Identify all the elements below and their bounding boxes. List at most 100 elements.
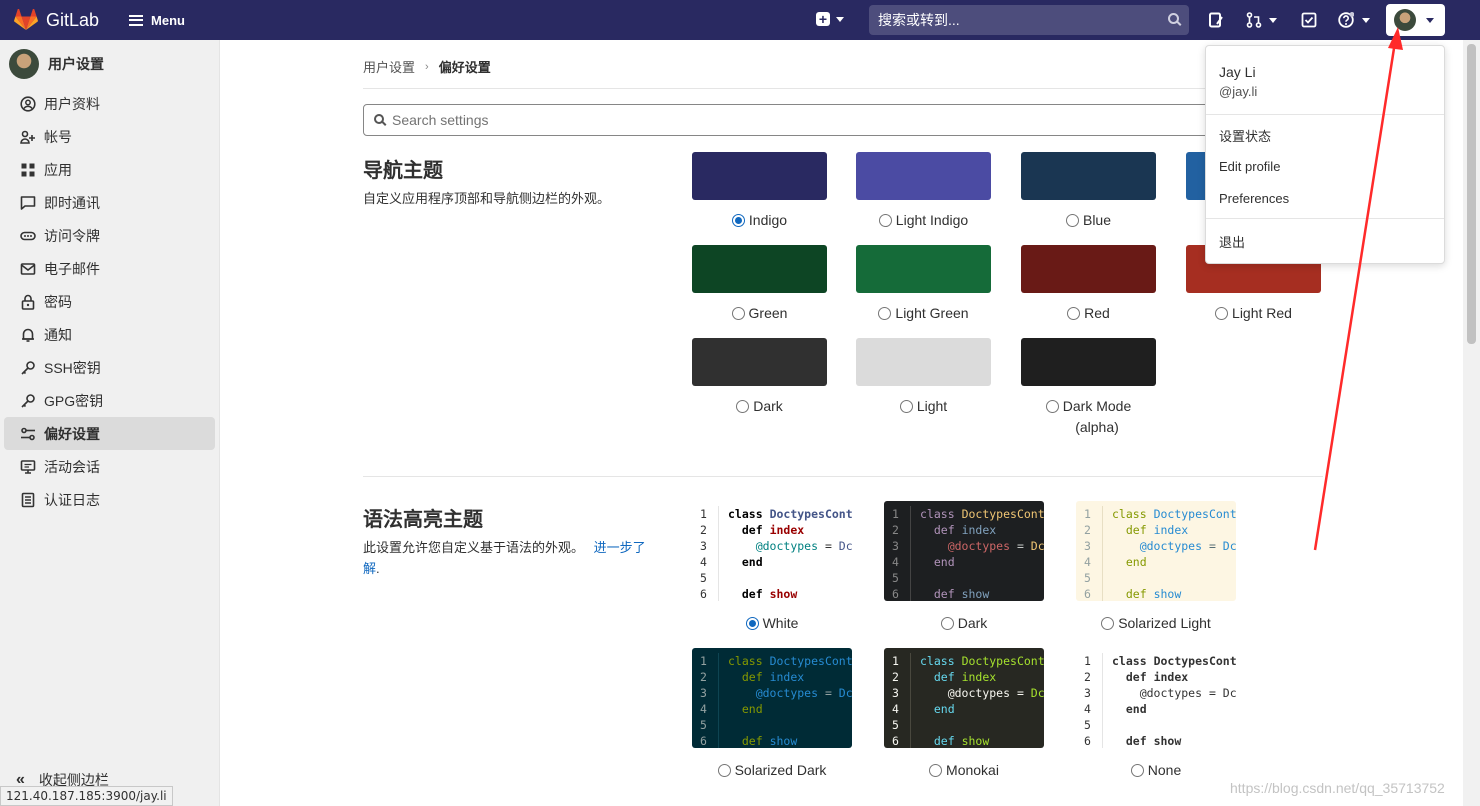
nav-theme-option[interactable]: Indigo — [692, 152, 827, 231]
merge-requests-icon[interactable] — [1246, 12, 1262, 28]
radio-button[interactable] — [1045, 400, 1059, 413]
sidebar-item-preferences[interactable]: 偏好设置 — [4, 417, 215, 450]
sidebar-item-profile[interactable]: 用户资料 — [4, 87, 215, 120]
theme-radio-label[interactable]: Dark Mode (alpha) — [1021, 396, 1156, 438]
nav-theme-option[interactable]: Light Green — [856, 245, 991, 324]
radio-button[interactable] — [1130, 764, 1144, 777]
radio-button[interactable] — [736, 400, 750, 413]
theme-swatch[interactable] — [692, 245, 827, 293]
sidebar-item-notifications[interactable]: 通知 — [4, 318, 215, 351]
sign-out-item[interactable]: 退出 — [1219, 232, 1245, 251]
nav-theme-option[interactable]: Red — [1021, 245, 1156, 324]
radio-button[interactable] — [878, 307, 892, 320]
syntax-radio-label[interactable]: White — [692, 613, 852, 634]
syntax-theme-option[interactable]: 1 2 3 4 5 6 class DoctypesCont def index @doct… — [692, 648, 852, 781]
sidebar-item-ssh-keys[interactable]: SSH密钥 — [4, 351, 215, 384]
nav-theme-option[interactable]: Dark — [692, 338, 827, 417]
radio-button[interactable] — [940, 617, 954, 630]
syntax-radio-label[interactable]: None — [1076, 760, 1236, 781]
theme-swatch[interactable] — [1021, 338, 1156, 386]
syntax-theme-option[interactable]: 1 2 3 4 5 6 class DoctypesCont def index @doct… — [1076, 501, 1236, 634]
syntax-theme-option[interactable]: 1 2 3 4 5 6 class DoctypesCont def index @doct… — [1076, 648, 1236, 781]
code-line: class DoctypesCont — [1112, 654, 1236, 668]
syntax-radio-label[interactable]: Dark — [884, 613, 1044, 634]
syntax-preview[interactable]: 1 2 3 4 5 6 class DoctypesCont def index @doct… — [1076, 501, 1236, 601]
sidebar-item-password[interactable]: 密码 — [4, 285, 215, 318]
radio-button[interactable] — [1215, 307, 1229, 320]
page-scrollbar[interactable] — [1463, 40, 1480, 806]
scrollbar-thumb[interactable] — [1467, 44, 1476, 344]
edit-profile-item[interactable]: Edit profile — [1219, 159, 1280, 174]
sidebar-item-gpg-keys[interactable]: GPG密钥 — [4, 384, 215, 417]
theme-swatch[interactable] — [1021, 152, 1156, 200]
new-dropdown-button[interactable]: + — [816, 12, 844, 26]
radio-button[interactable] — [731, 307, 745, 320]
preferences-item[interactable]: Preferences — [1219, 191, 1289, 206]
set-status-item[interactable]: 设置状态 — [1219, 126, 1271, 145]
theme-radio-label[interactable]: Indigo — [692, 210, 827, 231]
theme-radio-label[interactable]: Green — [692, 303, 827, 324]
radio-button[interactable] — [899, 400, 913, 413]
syntax-preview[interactable]: 1 2 3 4 5 6 class DoctypesCont def index @doct… — [1076, 648, 1236, 748]
nav-theme-option[interactable]: Blue — [1021, 152, 1156, 231]
theme-swatch[interactable] — [856, 338, 991, 386]
theme-label-line: (alpha) — [1075, 419, 1119, 435]
sidebar-item-access-tokens[interactable]: 访问令牌 — [4, 219, 215, 252]
theme-radio-label[interactable]: Red — [1021, 303, 1156, 324]
theme-swatch[interactable] — [692, 338, 827, 386]
syntax-preview[interactable]: 1 2 3 4 5 6 class DoctypesCont def index @doct… — [884, 501, 1044, 601]
theme-swatch[interactable] — [692, 152, 827, 200]
nav-theme-option[interactable]: Light Indigo — [856, 152, 991, 231]
dropdown-user-name[interactable]: Jay Li — [1219, 64, 1256, 80]
theme-label-line: Dark Mode — [1062, 398, 1132, 414]
radio-button[interactable] — [1067, 307, 1081, 320]
sidebar-item-auth-log[interactable]: 认证日志 — [4, 483, 215, 516]
search-settings-input[interactable]: Search settings — [363, 104, 1223, 136]
radio-button[interactable] — [731, 214, 745, 227]
radio-button[interactable] — [1101, 617, 1115, 630]
chevron-down-icon[interactable] — [1362, 18, 1370, 23]
syntax-preview[interactable]: 1 2 3 4 5 6 class DoctypesCont def index @doct… — [692, 501, 852, 601]
nav-theme-option[interactable]: Green — [692, 245, 827, 324]
todo-icon[interactable] — [1301, 12, 1317, 28]
theme-radio-label[interactable]: Blue — [1021, 210, 1156, 231]
nav-theme-option[interactable]: Light — [856, 338, 991, 417]
issues-icon[interactable] — [1208, 12, 1224, 28]
sidebar-item-active-sessions[interactable]: 活动会话 — [4, 450, 215, 483]
theme-swatch[interactable] — [856, 245, 991, 293]
dropdown-username[interactable]: @jay.li — [1219, 84, 1257, 99]
theme-swatch[interactable] — [1021, 245, 1156, 293]
nav-theme-option[interactable]: Dark Mode (alpha) — [1021, 338, 1156, 438]
sidebar-item-account[interactable]: 帐号 — [4, 120, 215, 153]
theme-radio-label[interactable]: Light Indigo — [856, 210, 991, 231]
help-icon[interactable] — [1338, 12, 1354, 28]
syntax-radio-label[interactable]: Solarized Light — [1076, 613, 1236, 634]
sidebar-item-chat[interactable]: 即时通讯 — [4, 186, 215, 219]
theme-radio-label[interactable]: Light — [856, 396, 991, 417]
syntax-theme-option[interactable]: 1 2 3 4 5 6 class DoctypesCont def index @doct… — [692, 501, 852, 634]
theme-radio-label[interactable]: Light Green — [856, 303, 991, 324]
menu-button[interactable]: Menu — [129, 13, 185, 28]
theme-radio-label[interactable]: Dark — [692, 396, 827, 417]
syntax-radio-label[interactable]: Monokai — [884, 760, 1044, 781]
radio-button[interactable] — [878, 214, 892, 227]
syntax-radio-label[interactable]: Solarized Dark — [692, 760, 852, 781]
syntax-theme-option[interactable]: 1 2 3 4 5 6 class DoctypesCont def index @doct… — [884, 501, 1044, 634]
theme-swatch[interactable] — [856, 152, 991, 200]
sidebar-item-applications[interactable]: 应用 — [4, 153, 215, 186]
radio-button[interactable] — [929, 764, 943, 777]
gitlab-logo[interactable]: GitLab — [14, 9, 99, 31]
global-search-input[interactable]: 搜索或转到... — [869, 5, 1189, 35]
syntax-theme-option[interactable]: 1 2 3 4 5 6 class DoctypesCont def index @doct… — [884, 648, 1044, 781]
sidebar-item-emails[interactable]: 电子邮件 — [4, 252, 215, 285]
radio-button[interactable] — [745, 617, 759, 630]
user-menu-button[interactable] — [1386, 4, 1445, 36]
theme-radio-label[interactable]: Light Red — [1186, 303, 1321, 324]
sidebar-header[interactable]: 用户设置 — [0, 40, 219, 87]
breadcrumb-parent[interactable]: 用户设置 — [363, 57, 415, 76]
syntax-preview[interactable]: 1 2 3 4 5 6 class DoctypesCont def index @doct… — [884, 648, 1044, 748]
radio-button[interactable] — [1065, 214, 1079, 227]
syntax-preview[interactable]: 1 2 3 4 5 6 class DoctypesCont def index @doct… — [692, 648, 852, 748]
radio-button[interactable] — [717, 764, 731, 777]
chevron-down-icon[interactable] — [1269, 18, 1277, 23]
